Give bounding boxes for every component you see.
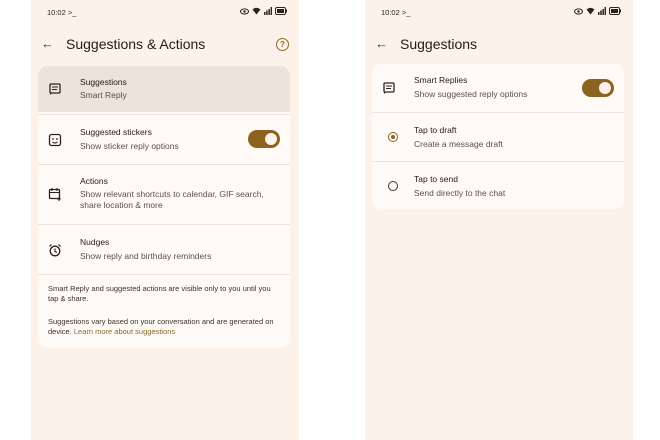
back-arrow-icon[interactable]: ← xyxy=(41,36,54,51)
row-subtitle: Show reply and birthday reminders xyxy=(80,251,212,261)
right-screen: 10:02 >_ ← Suggestions Smart Replies Sho… xyxy=(365,0,633,440)
row-subtitle: Show suggested reply options xyxy=(414,89,528,99)
toggle-knob xyxy=(265,133,277,145)
option-title: Tap to send xyxy=(414,174,458,184)
sticker-icon xyxy=(48,133,62,147)
battery-icon xyxy=(275,7,287,15)
status-bar: 10:02 >_ xyxy=(47,7,287,22)
signal-icon xyxy=(264,7,272,15)
row-title: Suggestions xyxy=(80,77,127,87)
help-icon[interactable]: ? xyxy=(276,38,289,51)
battery-icon xyxy=(609,7,621,15)
row-title: Nudges xyxy=(80,237,110,247)
row-suggested-stickers[interactable]: Suggested stickers Show sticker reply op… xyxy=(38,114,290,163)
option-tap-to-draft[interactable]: Tap to draft Create a message draft xyxy=(372,112,624,161)
page-title: Suggestions xyxy=(400,36,478,52)
left-screen: 10:02 >_ ← Suggestions & Actions ? Sugge… xyxy=(31,0,299,440)
smart-replies-card: Smart Replies Show suggested reply optio… xyxy=(372,64,624,209)
option-subtitle: Create a message draft xyxy=(414,139,503,149)
wifi-icon xyxy=(252,7,261,15)
option-tap-to-send[interactable]: Tap to send Send directly to the chat xyxy=(372,161,624,209)
privacy-note: Smart Reply and suggested actions are vi… xyxy=(48,284,271,303)
info-note: Suggestions vary based on your conversat… xyxy=(48,317,280,336)
back-arrow-icon[interactable]: ← xyxy=(375,36,388,51)
wifi-icon xyxy=(586,7,595,15)
status-bar: 10:02 >_ xyxy=(381,7,621,22)
option-subtitle: Send directly to the chat xyxy=(414,188,506,198)
eye-icon xyxy=(574,7,583,15)
toggle-knob xyxy=(599,82,611,94)
radio-selected-icon[interactable] xyxy=(388,132,398,142)
app-bar: ← Suggestions xyxy=(365,34,633,58)
alarm-icon xyxy=(49,244,61,257)
row-subtitle: Smart Reply xyxy=(80,90,127,100)
row-title: Suggested stickers xyxy=(80,127,152,137)
eye-icon xyxy=(240,7,249,15)
row-title: Actions xyxy=(80,176,108,186)
settings-card: Suggestions Smart Reply Suggested sticke… xyxy=(38,66,290,348)
status-time: 10:02 >_ xyxy=(47,8,77,17)
row-actions[interactable]: Actions Show relevant shortcuts to calen… xyxy=(38,164,290,223)
radio-unselected-icon[interactable] xyxy=(388,181,398,191)
calendar-add-icon xyxy=(48,188,61,201)
row-smart-replies[interactable]: Smart Replies Show suggested reply optio… xyxy=(372,64,624,111)
stickers-toggle[interactable] xyxy=(248,130,280,148)
row-subtitle: Show relevant shortcuts to calendar, GIF… xyxy=(80,189,264,210)
status-icons xyxy=(574,7,621,15)
row-suggestions[interactable]: Suggestions Smart Reply xyxy=(38,66,290,112)
row-nudges[interactable]: Nudges Show reply and birthday reminders xyxy=(38,224,290,273)
row-subtitle: Show sticker reply options xyxy=(80,141,179,151)
page-title: Suggestions & Actions xyxy=(66,36,206,52)
status-time: 10:02 >_ xyxy=(381,8,411,17)
message-icon xyxy=(383,82,395,94)
row-title: Smart Replies xyxy=(414,75,468,85)
message-icon xyxy=(49,83,61,95)
smart-replies-toggle[interactable] xyxy=(582,79,614,97)
status-icons xyxy=(240,7,287,15)
footnote-section: Smart Reply and suggested actions are vi… xyxy=(38,274,290,348)
learn-more-link[interactable]: Learn more about suggestions xyxy=(74,327,175,336)
app-bar: ← Suggestions & Actions ? xyxy=(31,34,299,58)
option-title: Tap to draft xyxy=(414,125,457,135)
signal-icon xyxy=(598,7,606,15)
